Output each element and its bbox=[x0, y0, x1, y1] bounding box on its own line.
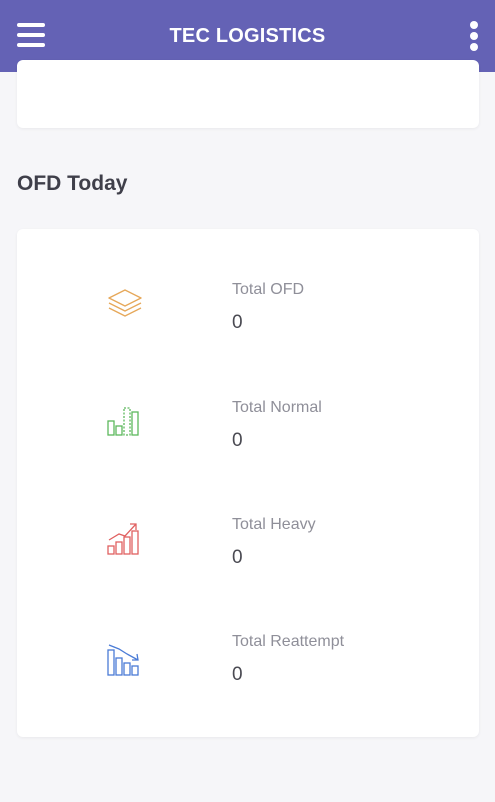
stat-value: 0 bbox=[232, 547, 243, 568]
stat-value: 0 bbox=[232, 430, 243, 451]
stat-label: Total Heavy bbox=[232, 516, 316, 533]
stat-value: 0 bbox=[232, 312, 243, 333]
hamburger-menu-icon[interactable] bbox=[17, 23, 45, 47]
stat-label: Total Normal bbox=[232, 399, 322, 416]
stat-row-total-heavy[interactable]: Total Heavy 0 bbox=[17, 516, 479, 596]
vertical-dots-icon[interactable] bbox=[467, 21, 481, 51]
trending-down-chart-icon bbox=[105, 637, 145, 677]
trending-up-chart-icon bbox=[105, 518, 145, 558]
bar-chart-icon bbox=[105, 401, 145, 441]
stat-row-total-normal[interactable]: Total Normal 0 bbox=[17, 399, 479, 479]
layers-icon bbox=[105, 285, 145, 325]
stat-label: Total Reattempt bbox=[232, 633, 345, 650]
app-title: TEC LOGISTICS bbox=[169, 24, 326, 47]
stat-row-total-ofd[interactable]: Total OFD 0 bbox=[17, 281, 479, 361]
summary-card bbox=[17, 60, 479, 128]
stat-value: 0 bbox=[232, 664, 243, 685]
section-title: OFD Today bbox=[17, 172, 128, 195]
stat-row-total-reattempt[interactable]: Total Reattempt 0 bbox=[17, 633, 479, 713]
ofd-stats-card: Total OFD 0 Total Normal 0 Total Heavy 0… bbox=[17, 229, 479, 737]
stat-label: Total OFD bbox=[232, 281, 305, 298]
